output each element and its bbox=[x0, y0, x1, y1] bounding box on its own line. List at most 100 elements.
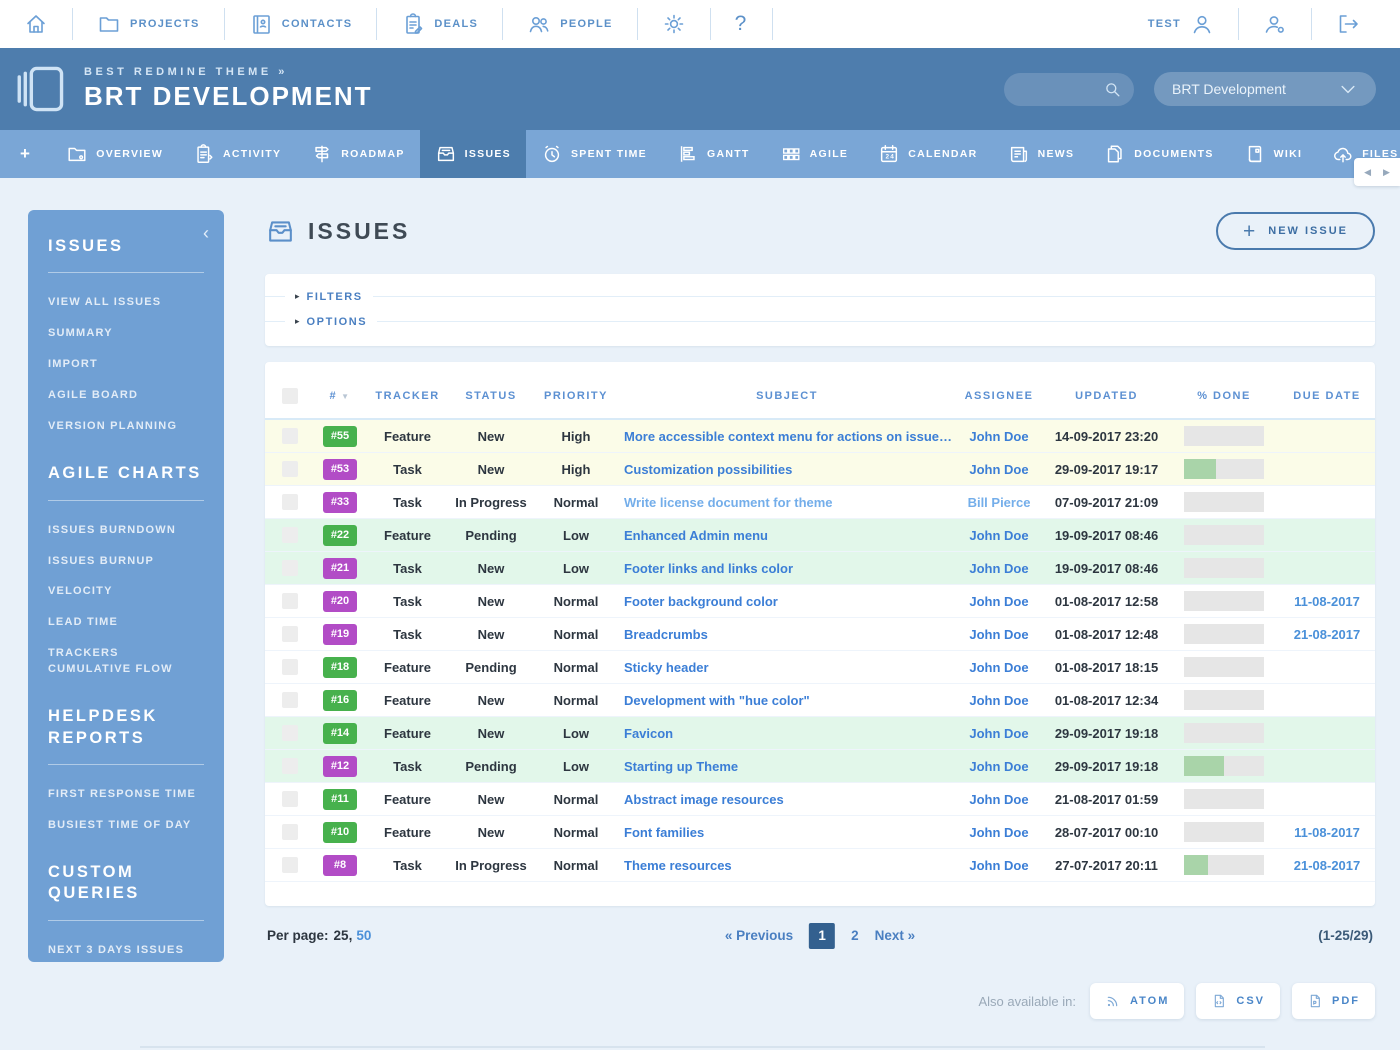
subject-link[interactable]: Theme resources bbox=[624, 858, 732, 873]
due-date-link[interactable]: 21-08-2017 bbox=[1294, 858, 1361, 873]
nav-scroll-arrows[interactable]: ◀ ▶ bbox=[1354, 158, 1400, 186]
table-row[interactable]: #11 Feature New Normal Abstract image re… bbox=[265, 783, 1375, 816]
nav-tab-calendar[interactable]: 24 CALENDAR bbox=[863, 130, 992, 178]
row-checkbox[interactable] bbox=[282, 725, 298, 741]
issue-id-badge[interactable]: #10 bbox=[323, 822, 357, 843]
nav-tab-agile[interactable]: AGILE bbox=[765, 130, 864, 178]
subject-link[interactable]: Footer background color bbox=[624, 594, 778, 609]
column-header-id[interactable]: #▼ bbox=[315, 390, 365, 402]
subject-link[interactable]: Write license document for theme bbox=[624, 495, 833, 510]
row-checkbox[interactable] bbox=[282, 659, 298, 675]
sidebar-item[interactable]: LEAD TIME bbox=[48, 615, 204, 631]
row-checkbox[interactable] bbox=[282, 857, 298, 873]
row-checkbox[interactable] bbox=[282, 593, 298, 609]
nav-add-tab-button[interactable]: + bbox=[0, 130, 51, 178]
sidebar-item[interactable]: ISSUES BURNDOWN bbox=[48, 523, 204, 539]
select-all-checkbox[interactable] bbox=[282, 388, 298, 404]
next-page-link[interactable]: Next » bbox=[875, 928, 916, 943]
project-selector[interactable]: BRT Development bbox=[1154, 72, 1376, 106]
assignee-link[interactable]: John Doe bbox=[969, 726, 1028, 741]
issue-id-badge[interactable]: #8 bbox=[323, 855, 357, 876]
subject-link[interactable]: Sticky header bbox=[624, 660, 709, 675]
column-header-assignee[interactable]: ASSIGNEE bbox=[954, 390, 1044, 402]
table-row[interactable]: #10 Feature New Normal Font families Joh… bbox=[265, 816, 1375, 849]
sidebar-item[interactable]: AGILE BOARD bbox=[48, 388, 204, 404]
issue-id-badge[interactable]: #55 bbox=[323, 426, 357, 447]
sidebar-item[interactable]: VIEW ALL ISSUES bbox=[48, 295, 204, 311]
sidebar-item[interactable]: ISSUES BURNUP bbox=[48, 554, 204, 570]
column-header-due-date[interactable]: DUE DATE bbox=[1279, 390, 1375, 402]
row-checkbox[interactable] bbox=[282, 560, 298, 576]
export-atom-button[interactable]: ATOM bbox=[1090, 983, 1184, 1019]
assignee-link[interactable]: John Doe bbox=[969, 429, 1028, 444]
subject-link[interactable]: Enhanced Admin menu bbox=[624, 528, 768, 543]
table-row[interactable]: #55 Feature New High More accessible con… bbox=[265, 420, 1375, 453]
subject-link[interactable]: Development with "hue color" bbox=[624, 693, 810, 708]
projects-button[interactable]: PROJECTS bbox=[73, 0, 224, 48]
table-row[interactable]: #12 Task Pending Low Starting up Theme J… bbox=[265, 750, 1375, 783]
logout-button[interactable] bbox=[1312, 0, 1384, 48]
row-checkbox[interactable] bbox=[282, 428, 298, 444]
nav-tab-roadmap[interactable]: ROADMAP bbox=[296, 130, 419, 178]
issue-id-badge[interactable]: #21 bbox=[323, 558, 357, 579]
sidebar-item[interactable]: TRACKERS CUMULATIVE FLOW bbox=[48, 646, 204, 678]
scroll-right-icon[interactable]: ▶ bbox=[1383, 167, 1390, 178]
assignee-link[interactable]: John Doe bbox=[969, 825, 1028, 840]
sidebar-item[interactable]: NEXT 3 DAYS ISSUES bbox=[48, 943, 204, 959]
issue-id-badge[interactable]: #33 bbox=[323, 492, 357, 513]
table-row[interactable]: #16 Feature New Normal Development with … bbox=[265, 684, 1375, 717]
page-number-2[interactable]: 2 bbox=[851, 928, 859, 943]
sidebar-collapse-icon[interactable]: ‹ bbox=[203, 224, 209, 242]
nav-tab-activity[interactable]: ACTIVITY bbox=[178, 130, 296, 178]
sidebar-item[interactable]: SUMMARY bbox=[48, 326, 204, 342]
assignee-link[interactable]: John Doe bbox=[969, 528, 1028, 543]
sidebar-item[interactable]: BUSIEST TIME OF DAY bbox=[48, 818, 204, 834]
assignee-link[interactable]: John Doe bbox=[969, 462, 1028, 477]
search-box[interactable] bbox=[1004, 73, 1134, 106]
scroll-left-icon[interactable]: ◀ bbox=[1364, 167, 1371, 178]
page-number-1[interactable]: 1 bbox=[809, 923, 835, 949]
nav-tab-overview[interactable]: OVERVIEW bbox=[51, 130, 178, 178]
nav-tab-gantt[interactable]: GANTT bbox=[662, 130, 765, 178]
assignee-link[interactable]: John Doe bbox=[969, 759, 1028, 774]
table-row[interactable]: #20 Task New Normal Footer background co… bbox=[265, 585, 1375, 618]
column-header-tracker[interactable]: TRACKER bbox=[365, 390, 450, 402]
people-button[interactable]: PEOPLE bbox=[503, 0, 636, 48]
issue-id-badge[interactable]: #11 bbox=[323, 789, 357, 810]
options-toggle[interactable]: ▸OPTIONS bbox=[265, 310, 1375, 333]
issue-id-badge[interactable]: #20 bbox=[323, 591, 357, 612]
issue-id-badge[interactable]: #53 bbox=[323, 459, 357, 480]
nav-tab-news[interactable]: NEWS bbox=[993, 130, 1090, 178]
assignee-link[interactable]: John Doe bbox=[969, 792, 1028, 807]
assignee-link[interactable]: John Doe bbox=[969, 858, 1028, 873]
row-checkbox[interactable] bbox=[282, 527, 298, 543]
search-input[interactable] bbox=[1016, 81, 1103, 98]
filters-toggle[interactable]: ▸FILTERS bbox=[265, 285, 1375, 308]
assignee-link[interactable]: John Doe bbox=[969, 561, 1028, 576]
new-issue-button[interactable]: + NEW ISSUE bbox=[1216, 212, 1375, 250]
row-checkbox[interactable] bbox=[282, 824, 298, 840]
assignee-link[interactable]: John Doe bbox=[969, 627, 1028, 642]
issue-id-badge[interactable]: #22 bbox=[323, 525, 357, 546]
issue-id-badge[interactable]: #12 bbox=[323, 756, 357, 777]
sidebar-item[interactable]: VERSION PLANNING bbox=[48, 419, 204, 435]
contacts-button[interactable]: CONTACTS bbox=[225, 0, 377, 48]
assignee-link[interactable]: John Doe bbox=[969, 693, 1028, 708]
issue-id-badge[interactable]: #16 bbox=[323, 690, 357, 711]
subject-link[interactable]: Breadcrumbs bbox=[624, 627, 708, 642]
assignee-link[interactable]: Bill Pierce bbox=[968, 495, 1031, 510]
row-checkbox[interactable] bbox=[282, 626, 298, 642]
table-row[interactable]: #8 Task In Progress Normal Theme resourc… bbox=[265, 849, 1375, 882]
sidebar-item[interactable]: VELOCITY bbox=[48, 584, 204, 600]
my-account-button[interactable] bbox=[1239, 0, 1311, 48]
due-date-link[interactable]: 11-08-2017 bbox=[1294, 594, 1360, 609]
table-row[interactable]: #21 Task New Low Footer links and links … bbox=[265, 552, 1375, 585]
subject-link[interactable]: Favicon bbox=[624, 726, 673, 741]
nav-tab-spent-time[interactable]: SPENT TIME bbox=[526, 130, 662, 178]
nav-tab-wiki[interactable]: WIKI bbox=[1229, 130, 1318, 178]
sidebar-item[interactable]: FIRST RESPONSE TIME bbox=[48, 787, 204, 803]
row-checkbox[interactable] bbox=[282, 692, 298, 708]
table-row[interactable]: #33 Task In Progress Normal Write licens… bbox=[265, 486, 1375, 519]
export-csv-button[interactable]: CSV bbox=[1196, 983, 1280, 1019]
issue-id-badge[interactable]: #14 bbox=[323, 723, 357, 744]
